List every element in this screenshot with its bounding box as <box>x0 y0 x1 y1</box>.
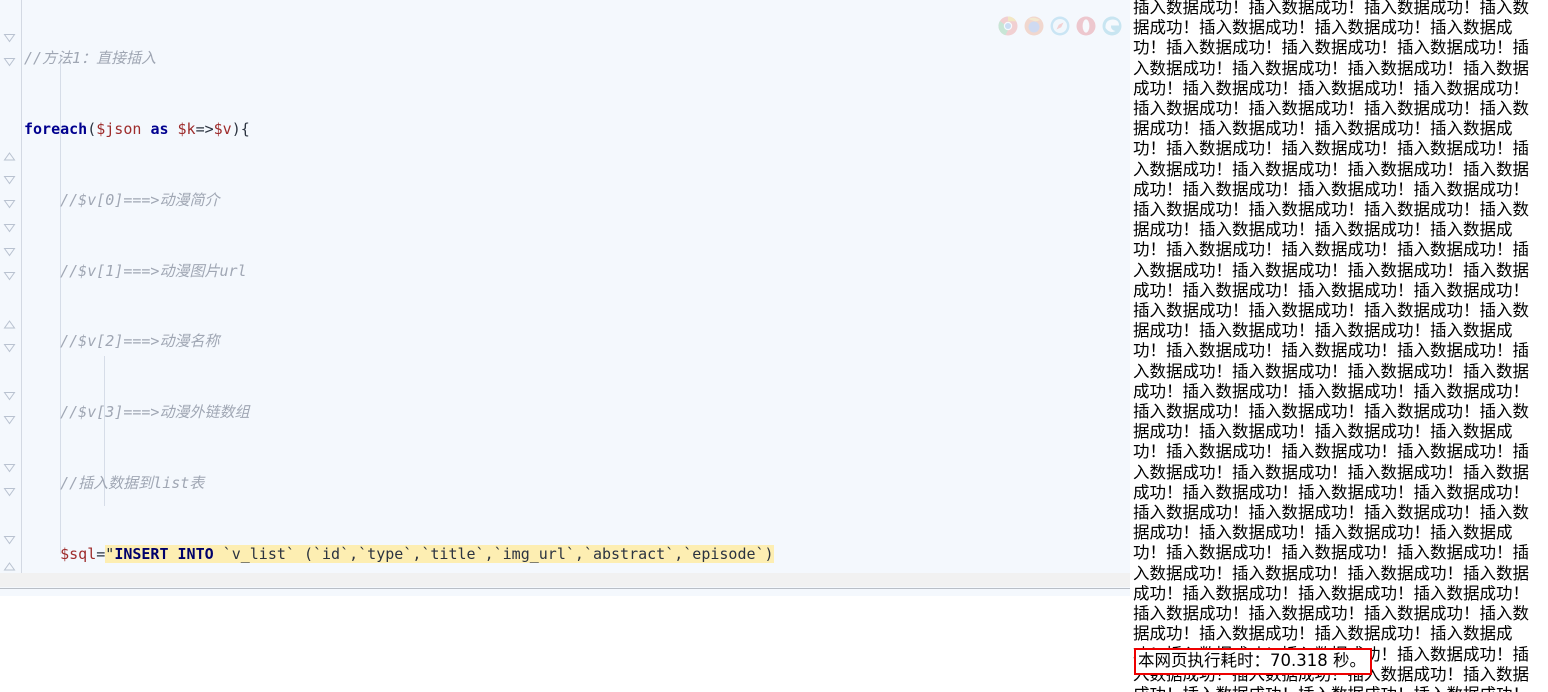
fold-marker[interactable] <box>3 270 16 283</box>
comment-v1: //$v[1]===>动漫图片url <box>60 261 247 280</box>
code-editor-pane: //方法1：直接插入 foreach($json as $k=>$v){ //$… <box>0 0 1130 596</box>
fold-marker[interactable] <box>3 32 16 45</box>
fold-marker[interactable] <box>3 150 16 163</box>
horizontal-scrollbar-track[interactable] <box>0 573 1130 587</box>
code-line: //$v[3]===>动漫外链数组 <box>24 401 1130 425</box>
code-content[interactable]: //方法1：直接插入 foreach($json as $k=>$v){ //$… <box>24 0 1130 578</box>
browser-compatibility-icons[interactable] <box>998 16 1122 36</box>
firefox-icon[interactable] <box>1024 16 1044 36</box>
code-line-sql-1: $sql="INSERT INTO `v_list` (`id`,`type`,… <box>60 544 774 563</box>
safari-icon[interactable] <box>1050 16 1070 36</box>
fold-marker[interactable] <box>3 414 16 427</box>
fold-marker[interactable] <box>3 390 16 403</box>
fold-marker[interactable] <box>3 174 16 187</box>
code-line: //$v[2]===>动漫名称 <box>24 330 1130 354</box>
fold-marker[interactable] <box>3 246 16 259</box>
page-elapsed-time: 本网页执行耗时：70.318 秒。 <box>1134 648 1372 675</box>
fold-marker[interactable] <box>3 318 16 331</box>
comment-insert-list: //插入数据到list表 <box>60 473 205 492</box>
fold-marker[interactable] <box>3 222 16 235</box>
fold-marker[interactable] <box>3 198 16 211</box>
code-line: //方法1：直接插入 <box>24 47 1130 71</box>
comment-method1: //方法1：直接插入 <box>24 49 157 68</box>
opera-icon[interactable] <box>1076 16 1096 36</box>
fold-marker[interactable] <box>3 342 16 355</box>
code-line: //插入数据到list表 <box>24 472 1130 496</box>
edge-icon[interactable] <box>1102 16 1122 36</box>
insert-success-messages: 插入数据成功！插入数据成功！插入数据成功！插入数据成功！插入数据成功！插入数据成… <box>1133 0 1529 692</box>
comment-v3: //$v[3]===>动漫外链数组 <box>60 403 250 422</box>
fold-marker[interactable] <box>3 560 16 573</box>
fold-marker[interactable] <box>3 534 16 547</box>
code-line: //$v[1]===>动漫图片url <box>24 260 1130 284</box>
code-line: foreach($json as $k=>$v){ <box>24 119 250 138</box>
fold-marker[interactable] <box>3 462 16 475</box>
fold-marker[interactable] <box>3 486 16 499</box>
comment-v2: //$v[2]===>动漫名称 <box>60 332 220 351</box>
browser-output-pane: 插入数据成功！插入数据成功！插入数据成功！插入数据成功！插入数据成功！插入数据成… <box>1133 0 1548 692</box>
code-line: //$v[0]===>动漫简介 <box>24 189 1130 213</box>
editor-bottom-divider <box>0 588 1130 589</box>
fold-marker[interactable] <box>3 56 16 69</box>
editor-gutter[interactable] <box>0 0 22 578</box>
chrome-icon[interactable] <box>998 16 1018 36</box>
comment-v0: //$v[0]===>动漫简介 <box>60 190 220 209</box>
